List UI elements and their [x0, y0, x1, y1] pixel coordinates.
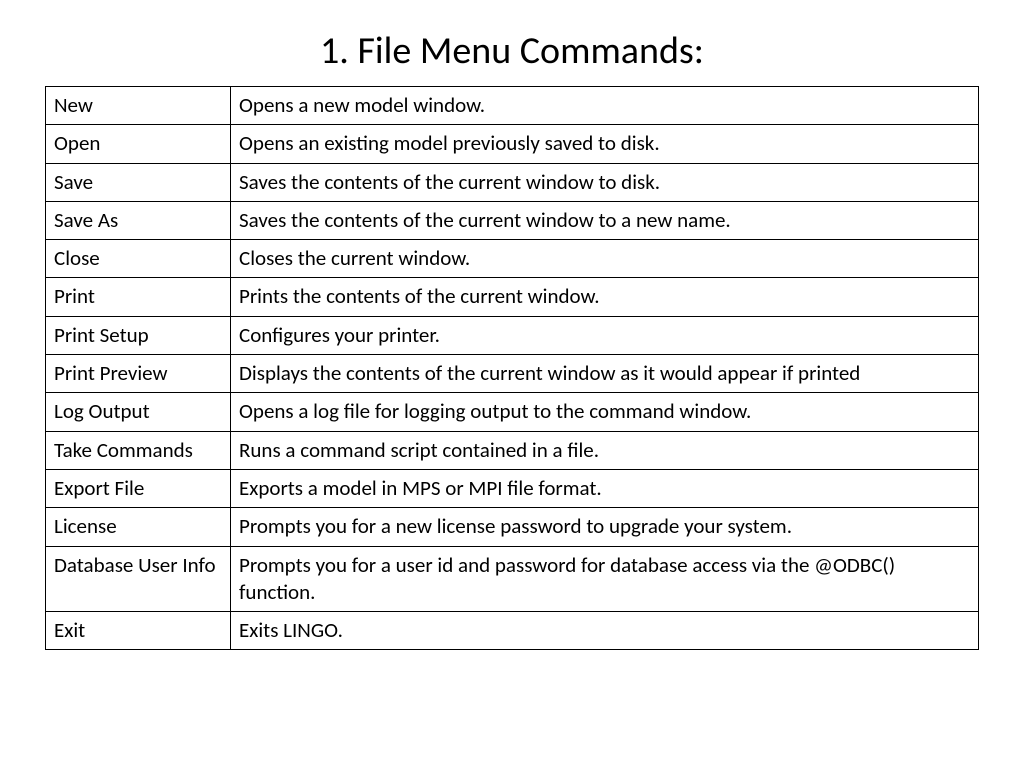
command-cell: Log Output [46, 393, 231, 431]
commands-table: New Opens a new model window. Open Opens… [45, 86, 979, 650]
table-row: Exit Exits LINGO. [46, 612, 979, 650]
command-cell: Database User Info [46, 546, 231, 612]
command-cell: Exit [46, 612, 231, 650]
description-cell: Saves the contents of the current window… [231, 163, 979, 201]
command-cell: Print Setup [46, 316, 231, 354]
description-cell: Prompts you for a user id and password f… [231, 546, 979, 612]
command-cell: Export File [46, 469, 231, 507]
description-cell: Exits LINGO. [231, 612, 979, 650]
table-row: Save As Saves the contents of the curren… [46, 201, 979, 239]
command-cell: Take Commands [46, 431, 231, 469]
description-cell: Exports a model in MPS or MPI file forma… [231, 469, 979, 507]
table-row: Export File Exports a model in MPS or MP… [46, 469, 979, 507]
table-row: Save Saves the contents of the current w… [46, 163, 979, 201]
table-row: Open Opens an existing model previously … [46, 125, 979, 163]
commands-table-body: New Opens a new model window. Open Opens… [46, 87, 979, 650]
table-row: License Prompts you for a new license pa… [46, 508, 979, 546]
table-row: Take Commands Runs a command script cont… [46, 431, 979, 469]
command-cell: Save [46, 163, 231, 201]
description-cell: Prints the contents of the current windo… [231, 278, 979, 316]
page-title: 1. File Menu Commands: [45, 28, 979, 74]
command-cell: Print Preview [46, 355, 231, 393]
command-cell: Close [46, 240, 231, 278]
table-row: Print Preview Displays the contents of t… [46, 355, 979, 393]
description-cell: Displays the contents of the current win… [231, 355, 979, 393]
description-cell: Prompts you for a new license password t… [231, 508, 979, 546]
table-row: Print Setup Configures your printer. [46, 316, 979, 354]
table-row: Database User Info Prompts you for a use… [46, 546, 979, 612]
description-cell: Closes the current window. [231, 240, 979, 278]
description-cell: Opens an existing model previously saved… [231, 125, 979, 163]
command-cell: Open [46, 125, 231, 163]
description-cell: Opens a new model window. [231, 87, 979, 125]
table-row: Close Closes the current window. [46, 240, 979, 278]
description-cell: Opens a log file for logging output to t… [231, 393, 979, 431]
description-cell: Runs a command script contained in a fil… [231, 431, 979, 469]
table-row: Print Prints the contents of the current… [46, 278, 979, 316]
table-row: Log Output Opens a log file for logging … [46, 393, 979, 431]
command-cell: New [46, 87, 231, 125]
description-cell: Saves the contents of the current window… [231, 201, 979, 239]
description-cell: Configures your printer. [231, 316, 979, 354]
table-row: New Opens a new model window. [46, 87, 979, 125]
command-cell: Save As [46, 201, 231, 239]
command-cell: License [46, 508, 231, 546]
command-cell: Print [46, 278, 231, 316]
